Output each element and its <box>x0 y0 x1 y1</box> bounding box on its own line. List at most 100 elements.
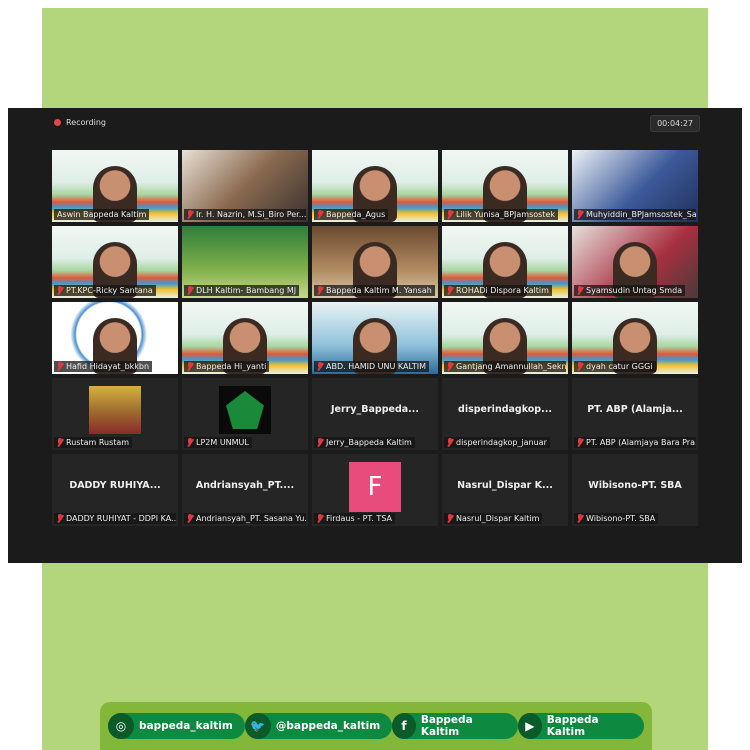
participant-display-name: DADDY RUHIYA... <box>69 480 161 491</box>
participant-tile[interactable]: DLH Kaltim- Bambang MJ <box>182 226 308 298</box>
participant-name-label: Syamsudin Untag Smda <box>574 285 686 296</box>
participant-tile[interactable]: Rustam Rustam <box>52 378 178 450</box>
participant-tile[interactable]: Andriansyah_PT.... Andriansyah_PT. Sasana… <box>182 454 308 526</box>
participant-name: DLH Kaltim- Bambang MJ <box>196 286 297 295</box>
mic-muted-icon <box>187 286 193 295</box>
participant-tile[interactable]: Gantjang Amannullah_Sekn... <box>442 302 568 374</box>
participant-name-label: Hafid Hidayat_bkkbn <box>54 361 153 372</box>
recording-icon <box>54 119 61 126</box>
participant-name: Gantjang Amannullah_Sekn... <box>456 362 566 371</box>
participant-tile[interactable]: Bappeda Hi_yanti <box>182 302 308 374</box>
participant-name-label: Gantjang Amannullah_Sekn... <box>444 361 566 372</box>
participant-name-label: ABD. HAMID UNU KALTIM <box>314 361 429 372</box>
social-link[interactable]: ◎ bappeda_kaltim <box>108 713 245 739</box>
meeting-window: Recording 00:04:27 Aswin Bappeda Kaltim I… <box>8 108 742 563</box>
instagram-icon: ◎ <box>108 713 134 739</box>
participant-tile[interactable]: PT.KPC-Ricky Santana <box>52 226 178 298</box>
mic-muted-icon <box>187 210 193 219</box>
participant-tile[interactable]: ROHADi Dispora Kaltim <box>442 226 568 298</box>
participant-name-label: Nasrul_Dispar Kaltim <box>444 513 543 524</box>
participant-tile[interactable]: disperindagkop... disperindagkop_januar <box>442 378 568 450</box>
profile-picture <box>89 386 141 434</box>
participant-name: PT. ABP (Alamjaya Bara Pra... <box>586 438 696 447</box>
facebook-icon: f <box>392 713 416 739</box>
participant-tile[interactable]: ABD. HAMID UNU KALTIM <box>312 302 438 374</box>
participant-name: Firdaus - PT. TSA <box>326 514 393 523</box>
participant-name: Muhyiddin_BPJamsostek_Sa... <box>586 210 696 219</box>
participant-name: Jerry_Bappeda Kaltim <box>326 438 412 447</box>
avatar: F <box>349 462 401 512</box>
youtube-icon: ▶ <box>518 713 542 739</box>
social-handle: Bappeda Kaltim <box>420 714 473 738</box>
participant-name: dyah catur GGGi <box>586 362 653 371</box>
participant-name: LP2M UNMUL <box>196 438 249 447</box>
participant-name-label: DLH Kaltim- Bambang MJ <box>184 285 300 296</box>
social-handle: Bappeda Kaltim <box>546 714 599 738</box>
participant-display-name: disperindagkop... <box>458 404 552 415</box>
participant-name-label: Muhyiddin_BPJamsostek_Sa... <box>574 209 696 220</box>
mic-muted-icon <box>447 362 453 371</box>
mic-muted-icon <box>447 286 453 295</box>
participant-name-label: Firdaus - PT. TSA <box>314 513 396 524</box>
mic-muted-icon <box>447 210 453 219</box>
mic-muted-icon <box>57 286 63 295</box>
participant-name: Bappeda_Agus <box>326 210 386 219</box>
participant-name-label: Andriansyah_PT. Sasana Yu... <box>184 513 306 524</box>
participant-name-label: dyah catur GGGi <box>574 361 656 372</box>
participant-name-label: Bappeda_Agus <box>314 209 389 220</box>
participant-display-name: Wibisono-PT. SBA <box>588 480 682 491</box>
participant-display-name: PT. ABP (Alamja... <box>587 404 683 415</box>
participant-tile[interactable]: Syamsudin Untag Smda <box>572 226 698 298</box>
participant-name-label: Bappeda Hi_yanti <box>184 361 270 372</box>
participant-tile[interactable]: F Firdaus - PT. TSA <box>312 454 438 526</box>
participant-tile[interactable]: Aswin Bappeda Kaltim <box>52 150 178 222</box>
participant-tile[interactable]: Ir. H. Nazrin, M.Si_Biro Per... <box>182 150 308 222</box>
mic-muted-icon <box>577 362 583 371</box>
twitter-icon: 🐦 <box>244 713 271 739</box>
participant-name: PT.KPC-Ricky Santana <box>66 286 153 295</box>
participant-tile[interactable]: PT. ABP (Alamja... PT. ABP (Alamjaya Bara… <box>572 378 698 450</box>
participant-tile[interactable]: Muhyiddin_BPJamsostek_Sa... <box>572 150 698 222</box>
mic-muted-icon <box>187 438 193 447</box>
participant-name: Bappeda Kaltim M. Yansah <box>326 286 432 295</box>
participant-name: ABD. HAMID UNU KALTIM <box>326 362 426 371</box>
participant-name-label: Bappeda Kaltim M. Yansah <box>314 285 435 296</box>
participant-tile[interactable]: Bappeda_Agus <box>312 150 438 222</box>
mic-muted-icon <box>187 362 193 371</box>
recording-label: Recording <box>66 118 107 127</box>
social-handle: bappeda_kaltim <box>139 720 233 732</box>
mic-muted-icon <box>447 438 453 447</box>
participant-name: Aswin Bappeda Kaltim <box>57 210 147 219</box>
participant-name-label: PT. ABP (Alamjaya Bara Pra... <box>574 437 696 448</box>
participant-tile[interactable]: dyah catur GGGi <box>572 302 698 374</box>
participant-name-label: LP2M UNMUL <box>184 437 252 448</box>
participant-name: ROHADi Dispora Kaltim <box>456 286 549 295</box>
participant-tile[interactable]: DADDY RUHIYA... DADDY RUHIYAT - DDPI KA..… <box>52 454 178 526</box>
participant-display-name: Jerry_Bappeda... <box>330 404 420 415</box>
mic-muted-icon <box>317 210 323 219</box>
social-link[interactable]: 🐦 @bappeda_kaltim <box>244 713 393 739</box>
mic-muted-icon <box>57 362 63 371</box>
participant-tile[interactable]: Nasrul_Dispar K... Nasrul_Dispar Kaltim <box>442 454 568 526</box>
mic-muted-icon <box>317 514 323 523</box>
social-link[interactable]: f Bappeda Kaltim <box>392 713 519 739</box>
participant-name-label: disperindagkop_januar <box>444 437 550 448</box>
participant-name-label: ROHADi Dispora Kaltim <box>444 285 552 296</box>
participant-name-label: Rustam Rustam <box>54 437 133 448</box>
participant-tile[interactable]: Lilik Yunisa_BPJamsostek <box>442 150 568 222</box>
participant-tile[interactable]: Wibisono-PT. SBA Wibisono-PT. SBA <box>572 454 698 526</box>
recording-indicator[interactable]: Recording <box>54 118 106 127</box>
participant-tile[interactable]: Bappeda Kaltim M. Yansah <box>312 226 438 298</box>
participant-grid: Aswin Bappeda Kaltim Ir. H. Nazrin, M.Si_… <box>52 150 698 526</box>
participant-tile[interactable]: LP2M UNMUL <box>182 378 308 450</box>
participant-name: Ir. H. Nazrin, M.Si_Biro Per... <box>196 210 306 219</box>
participant-name: DADDY RUHIYAT - DDPI KA... <box>66 514 176 523</box>
social-link[interactable]: ▶ Bappeda Kaltim <box>518 713 644 739</box>
participant-tile[interactable]: Jerry_Bappeda... Jerry_Bappeda Kaltim <box>312 378 438 450</box>
participant-name: Wibisono-PT. SBA <box>586 514 656 523</box>
mic-muted-icon <box>57 438 63 447</box>
participant-name: Bappeda Hi_yanti <box>196 362 267 371</box>
participant-tile[interactable]: Hafid Hidayat_bkkbn <box>52 302 178 374</box>
participant-name: Hafid Hidayat_bkkbn <box>66 362 150 371</box>
mic-muted-icon <box>317 286 323 295</box>
